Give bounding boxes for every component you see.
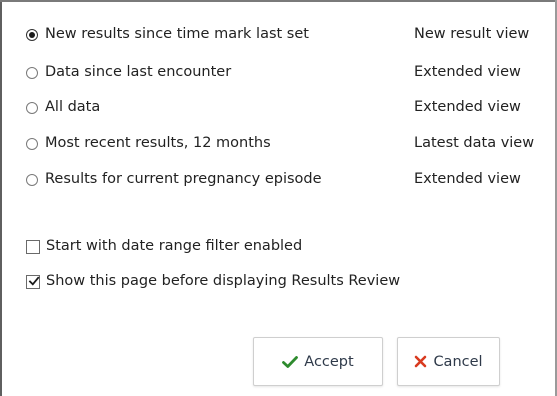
option-label: All data bbox=[45, 99, 101, 115]
check-icon bbox=[282, 355, 299, 368]
option-data-since-last-encounter[interactable]: Data since last encounter Extended view bbox=[26, 61, 551, 87]
radio-button[interactable] bbox=[26, 102, 38, 114]
option-label: New results since time mark last set bbox=[45, 26, 309, 42]
radio-button[interactable] bbox=[26, 138, 38, 150]
option-new-results[interactable]: New results since time mark last set New… bbox=[26, 23, 551, 49]
option-view-name: New result view bbox=[414, 26, 530, 42]
option-most-recent-results[interactable]: Most recent results, 12 months Latest da… bbox=[26, 132, 551, 158]
checkbox-show-page-before-results[interactable]: Show this page before displaying Results… bbox=[26, 270, 546, 296]
option-view-name: Latest data view bbox=[414, 135, 535, 151]
checkbox-unchecked[interactable] bbox=[26, 240, 40, 254]
x-icon bbox=[415, 355, 427, 368]
dialog-border-top bbox=[0, 0, 557, 2]
checkmark-icon bbox=[28, 276, 40, 286]
option-view-name: Extended view bbox=[414, 64, 521, 80]
checkbox-label: Start with date range filter enabled bbox=[46, 238, 303, 254]
option-all-data[interactable]: All data Extended view bbox=[26, 96, 551, 122]
option-view-name: Extended view bbox=[414, 99, 521, 115]
option-label: Data since last encounter bbox=[45, 64, 232, 80]
dialog-border-left bbox=[0, 0, 2, 396]
checkbox-label: Show this page before displaying Results… bbox=[46, 273, 401, 289]
option-current-pregnancy-episode[interactable]: Results for current pregnancy episode Ex… bbox=[26, 168, 551, 194]
results-review-options-dialog: New results since time mark last set New… bbox=[0, 0, 557, 396]
accept-button[interactable]: Accept bbox=[253, 337, 383, 386]
accept-button-label: Accept bbox=[304, 353, 354, 370]
cancel-button-label: Cancel bbox=[433, 353, 483, 370]
option-label: Most recent results, 12 months bbox=[45, 135, 271, 151]
radio-button-selected[interactable] bbox=[26, 29, 38, 41]
option-view-name: Extended view bbox=[414, 171, 521, 187]
checkbox-date-range-filter[interactable]: Start with date range filter enabled bbox=[26, 235, 546, 261]
radio-button[interactable] bbox=[26, 174, 38, 186]
checkbox-checked[interactable] bbox=[26, 275, 40, 289]
radio-button[interactable] bbox=[26, 67, 38, 79]
cancel-button[interactable]: Cancel bbox=[397, 337, 500, 386]
option-label: Results for current pregnancy episode bbox=[45, 171, 322, 187]
